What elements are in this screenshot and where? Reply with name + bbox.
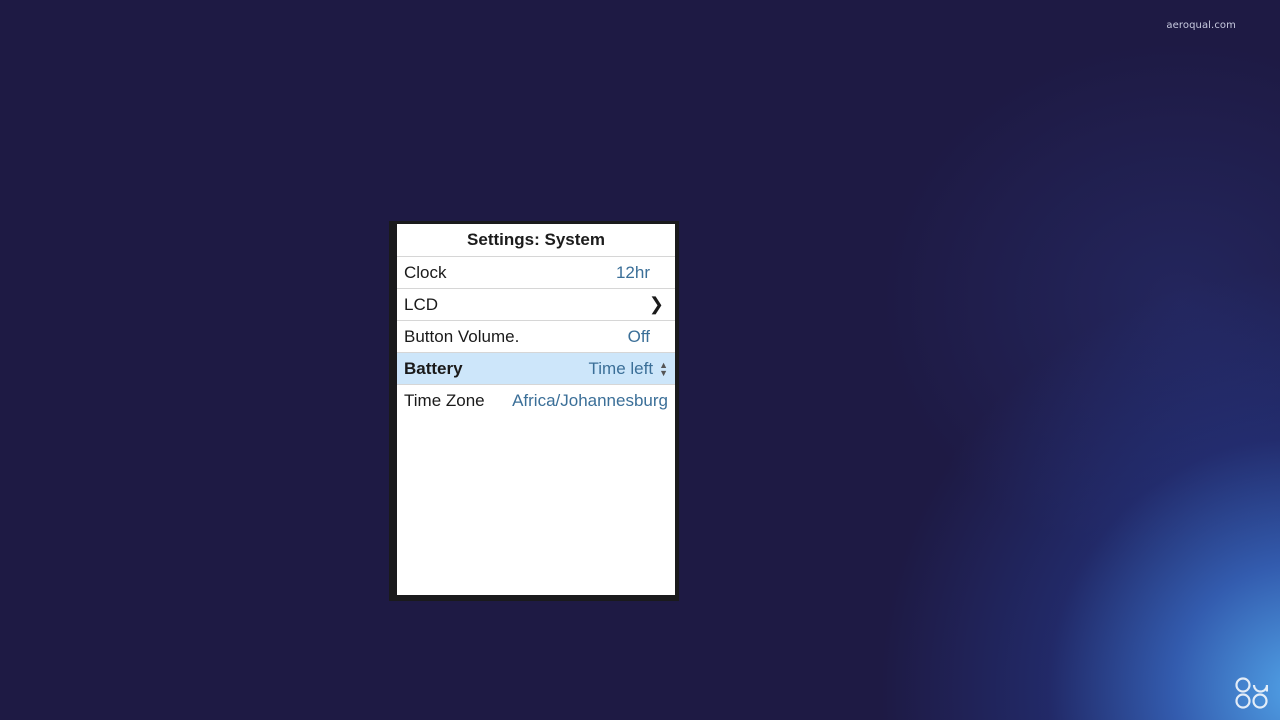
settings-screen: Settings: System Clock 12hr LCD ❯ Button… — [397, 224, 675, 595]
setting-label-button-volume: Button Volume. — [404, 326, 520, 346]
setting-label-battery: Battery — [404, 358, 463, 378]
aeroqual-logo-icon — [1235, 677, 1268, 709]
setting-value-time-zone: Africa/Johannesburg — [512, 390, 668, 410]
setting-label-lcd: LCD — [404, 294, 439, 314]
watermark-url: aeroqual.com — [1166, 20, 1236, 31]
setting-value-button-volume: Off — [627, 326, 650, 346]
screen-title: Settings: System — [467, 230, 605, 249]
setting-row-button-volume[interactable]: Button Volume. Off — [397, 320, 675, 352]
device-screen-frame: Settings: System Clock 12hr LCD ❯ Button… — [389, 221, 679, 601]
setting-label-clock: Clock — [404, 262, 447, 282]
chevron-right-icon: ❯ — [648, 294, 664, 314]
setting-row-lcd[interactable]: LCD ❯ — [397, 288, 675, 320]
setting-value-clock: 12hr — [615, 262, 650, 282]
setting-value-battery-wrap: Time left ▲ ▼ — [589, 359, 668, 379]
up-down-arrows-icon[interactable]: ▲ ▼ — [659, 360, 668, 377]
setting-value-battery: Time left — [588, 358, 654, 378]
setting-label-time-zone: Time Zone — [404, 390, 485, 410]
setting-row-battery[interactable]: Battery Time left ▲ ▼ — [397, 352, 675, 384]
setting-row-time-zone[interactable]: Time Zone Africa/Johannesburg — [397, 384, 675, 416]
setting-row-clock[interactable]: Clock 12hr — [397, 256, 675, 288]
